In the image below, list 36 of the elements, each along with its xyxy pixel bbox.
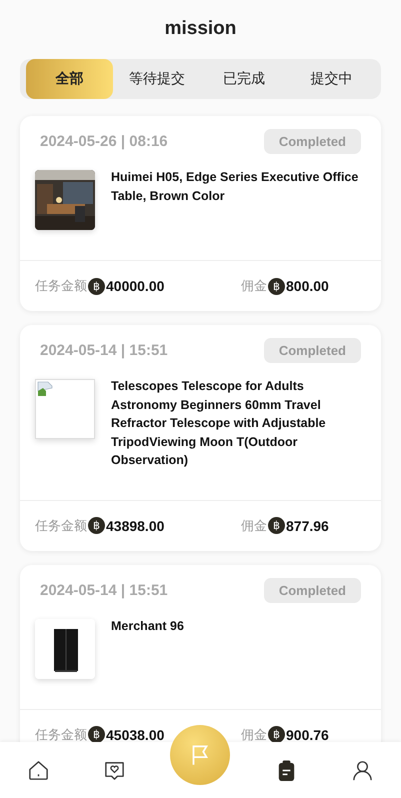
product-title: Merchant 96: [111, 618, 184, 634]
coin-icon: ฿: [268, 517, 285, 534]
order-time: 2024-05-14 | 15:51: [40, 582, 168, 598]
amount-label: 任务金额: [35, 516, 87, 534]
order-card[interactable]: 2024-05-26 | 08:16 Completed Huimei H05, Edge Series Executive Office Table, Brown Color 任务金额 ฿ 40000.00 佣金 ฿ 800.00: [20, 116, 381, 311]
status-badge: Completed: [264, 578, 361, 602]
tab[interactable]: 全部: [26, 59, 114, 99]
product-title: Telescopes Telescope for Adults Astronomy Beginners 60mm Travel Refractor Telescope with Adjustable TripodViewing Moon T(Outdoor Observation): [111, 378, 327, 469]
amount-value: 43898.00: [106, 518, 164, 534]
amount-label: 任务金额: [35, 277, 87, 295]
tab[interactable]: 等待提交: [113, 59, 200, 99]
commission-label: 佣金: [241, 726, 267, 742]
tab[interactable]: 提交中: [288, 59, 375, 99]
commission-value: 800.00: [286, 278, 329, 294]
status-badge: Completed: [264, 338, 361, 363]
amount-value: 45038.00: [106, 726, 164, 742]
commission-value: 900.76: [286, 726, 329, 742]
coin-icon: ฿: [88, 726, 105, 742]
order-time: 2024-05-26 | 08:16: [40, 133, 168, 150]
coin-icon: ฿: [268, 278, 285, 294]
broken-image-icon: [37, 381, 53, 397]
amount-label: 任务金额: [35, 726, 87, 742]
tab[interactable]: 已完成: [200, 59, 288, 99]
order-card[interactable]: 2024-05-14 | 15:51 Completed Merchant 96 任务金额 ฿ 45038.00 佣金 ฿ 900.76: [20, 564, 381, 742]
commission-label: 佣金: [241, 277, 267, 295]
order-card[interactable]: 2024-05-14 | 15:51 Completed Telescopes Telescope for Adults Astronomy Beginners 60mm Travel Refractor Telescope with Adjustable TripodViewing Moon T(Outdoor Observation) 任务金额 ฿ 43898.00 佣金 ฿ 877.96: [20, 325, 381, 550]
product-title: Huimei H05, Edge Series Executive Office Table, Brown Color: [111, 169, 360, 204]
coin-icon: ฿: [88, 517, 105, 534]
commission-value: 877.96: [286, 518, 329, 534]
coin-icon: ฿: [268, 726, 285, 742]
order-time: 2024-05-14 | 15:51: [40, 342, 168, 359]
coin-icon: ฿: [88, 278, 105, 294]
status-badge: Completed: [264, 129, 361, 154]
amount-value: 40000.00: [106, 278, 164, 294]
page-title: mission: [164, 18, 236, 40]
commission-label: 佣金: [241, 516, 267, 534]
